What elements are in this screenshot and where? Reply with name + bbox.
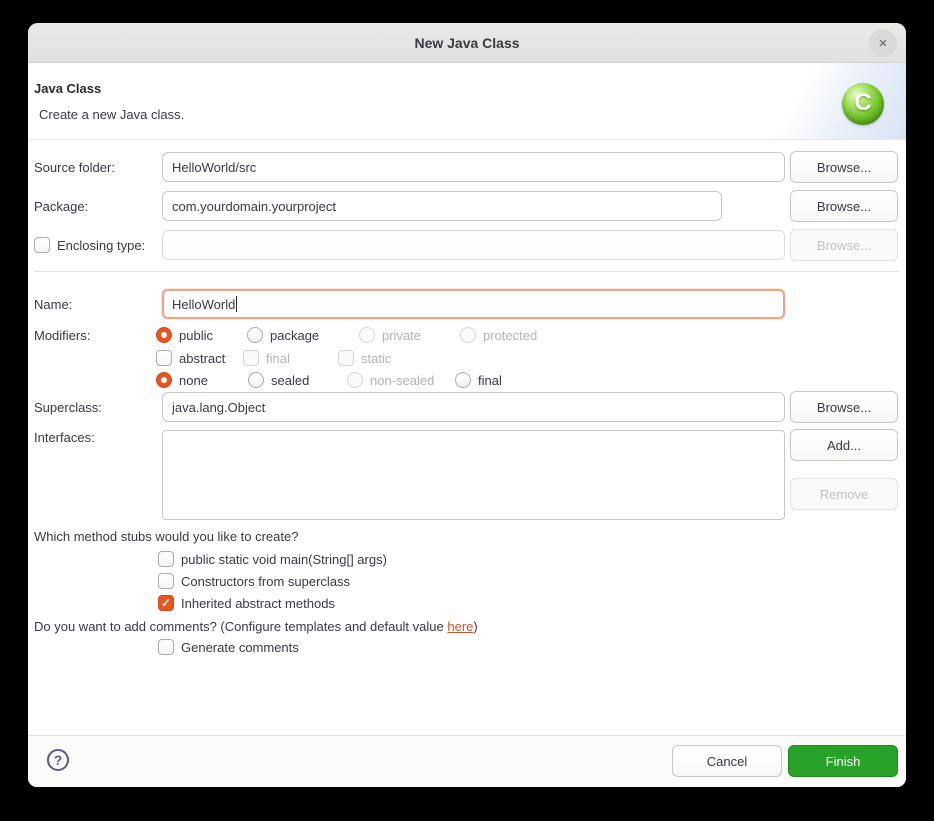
superclass-input[interactable]: java.lang.Object <box>162 392 785 422</box>
radio-icon <box>247 327 263 343</box>
source-folder-browse-button[interactable]: Browse... <box>790 151 898 183</box>
superclass-browse-button[interactable]: Browse... <box>790 391 898 423</box>
source-folder-label: Source folder: <box>34 152 115 182</box>
sealing-final-label: final <box>478 373 502 388</box>
package-input[interactable]: com.yourdomain.yourproject <box>162 191 722 221</box>
checkbox-icon <box>158 573 174 589</box>
java-class-icon: C <box>842 83 884 125</box>
radio-icon <box>359 327 375 343</box>
checkbox-icon <box>158 639 174 655</box>
stub-inherited-label: Inherited abstract methods <box>181 596 335 611</box>
stub-inherited-checkbox[interactable]: Inherited abstract methods <box>158 594 335 612</box>
radio-icon <box>455 372 471 388</box>
comments-question: Do you want to add comments? (Configure … <box>34 619 478 634</box>
generate-comments-label: Generate comments <box>181 640 299 655</box>
button-bar: ? Cancel Finish <box>28 735 906 787</box>
modifier-package-label: package <box>270 328 319 343</box>
modifier-static-label: static <box>361 351 391 366</box>
stub-constructors-checkbox[interactable]: Constructors from superclass <box>158 572 350 590</box>
checkbox-icon <box>156 350 172 366</box>
checkbox-icon <box>158 551 174 567</box>
modifier-public-radio[interactable]: public <box>156 326 213 344</box>
modifier-static-checkbox: static <box>338 349 391 367</box>
checkbox-icon <box>243 350 259 366</box>
cancel-button[interactable]: Cancel <box>672 745 782 777</box>
new-java-class-dialog: New Java Class × Java Class Create a new… <box>28 23 906 787</box>
close-glyph: × <box>879 35 888 52</box>
enclosing-type-label: Enclosing type: <box>57 238 145 253</box>
generate-comments-checkbox[interactable]: Generate comments <box>158 638 299 656</box>
help-icon[interactable]: ? <box>47 749 69 771</box>
modifier-protected-label: protected <box>483 328 537 343</box>
java-class-icon-letter: C <box>854 91 871 115</box>
sealing-final-radio[interactable]: final <box>455 371 502 389</box>
radio-icon <box>347 372 363 388</box>
page-title: Java Class <box>34 81 101 96</box>
window-title: New Java Class <box>414 35 519 51</box>
configure-templates-link[interactable]: here <box>447 619 473 634</box>
stub-main-label: public static void main(String[] args) <box>181 552 387 567</box>
wizard-header: Java Class Create a new Java class. C <box>28 63 906 140</box>
interfaces-list[interactable] <box>162 430 785 520</box>
method-stubs-question: Which method stubs would you like to cre… <box>34 529 298 544</box>
interfaces-remove-button: Remove <box>790 478 898 510</box>
interfaces-label: Interfaces: <box>34 427 95 447</box>
text-caret <box>236 296 237 312</box>
modifier-final-label: final <box>266 351 290 366</box>
name-value: HelloWorld <box>172 297 235 312</box>
package-browse-button[interactable]: Browse... <box>790 190 898 222</box>
modifier-package-radio[interactable]: package <box>247 326 319 344</box>
stub-main-checkbox[interactable]: public static void main(String[] args) <box>158 550 387 568</box>
sealing-sealed-radio[interactable]: sealed <box>248 371 309 389</box>
modifier-public-label: public <box>179 328 213 343</box>
name-label: Name: <box>34 289 72 319</box>
radio-icon <box>156 327 172 343</box>
radio-icon <box>460 327 476 343</box>
superclass-value: java.lang.Object <box>172 400 265 415</box>
package-label: Package: <box>34 191 88 221</box>
sealing-non-sealed-label: non-sealed <box>370 373 434 388</box>
comments-question-prefix: Do you want to add comments? (Configure … <box>34 619 447 634</box>
interfaces-add-button[interactable]: Add... <box>790 429 898 461</box>
modifier-private-radio: private <box>359 326 421 344</box>
checkbox-icon <box>338 350 354 366</box>
enclosing-type-browse-button: Browse... <box>790 229 898 261</box>
radio-icon <box>156 372 172 388</box>
sealing-non-sealed-radio: non-sealed <box>347 371 434 389</box>
sealing-none-radio[interactable]: none <box>156 371 208 389</box>
source-folder-value: HelloWorld/src <box>172 160 256 175</box>
sealing-sealed-label: sealed <box>271 373 309 388</box>
enclosing-type-input <box>162 230 785 260</box>
section-separator <box>34 271 899 272</box>
modifier-abstract-checkbox[interactable]: abstract <box>156 349 225 367</box>
radio-icon <box>248 372 264 388</box>
checkbox-icon <box>158 595 174 611</box>
superclass-label: Superclass: <box>34 392 102 422</box>
sealing-none-label: none <box>179 373 208 388</box>
checkbox-icon <box>34 237 50 253</box>
close-icon[interactable]: × <box>869 29 897 57</box>
enclosing-type-checkbox[interactable]: Enclosing type: <box>34 236 145 254</box>
package-value: com.yourdomain.yourproject <box>172 199 336 214</box>
help-glyph: ? <box>54 752 63 768</box>
modifiers-label: Modifiers: <box>34 320 90 350</box>
comments-question-suffix: ) <box>473 619 477 634</box>
modifier-final-checkbox: final <box>243 349 290 367</box>
modifier-abstract-label: abstract <box>179 351 225 366</box>
titlebar[interactable]: New Java Class × <box>28 23 906 63</box>
name-input[interactable]: HelloWorld <box>162 289 785 319</box>
modifier-private-label: private <box>382 328 421 343</box>
page-subtitle: Create a new Java class. <box>39 107 184 122</box>
source-folder-input[interactable]: HelloWorld/src <box>162 152 785 182</box>
stub-constructors-label: Constructors from superclass <box>181 574 350 589</box>
modifier-protected-radio: protected <box>460 326 537 344</box>
finish-button[interactable]: Finish <box>788 745 898 777</box>
